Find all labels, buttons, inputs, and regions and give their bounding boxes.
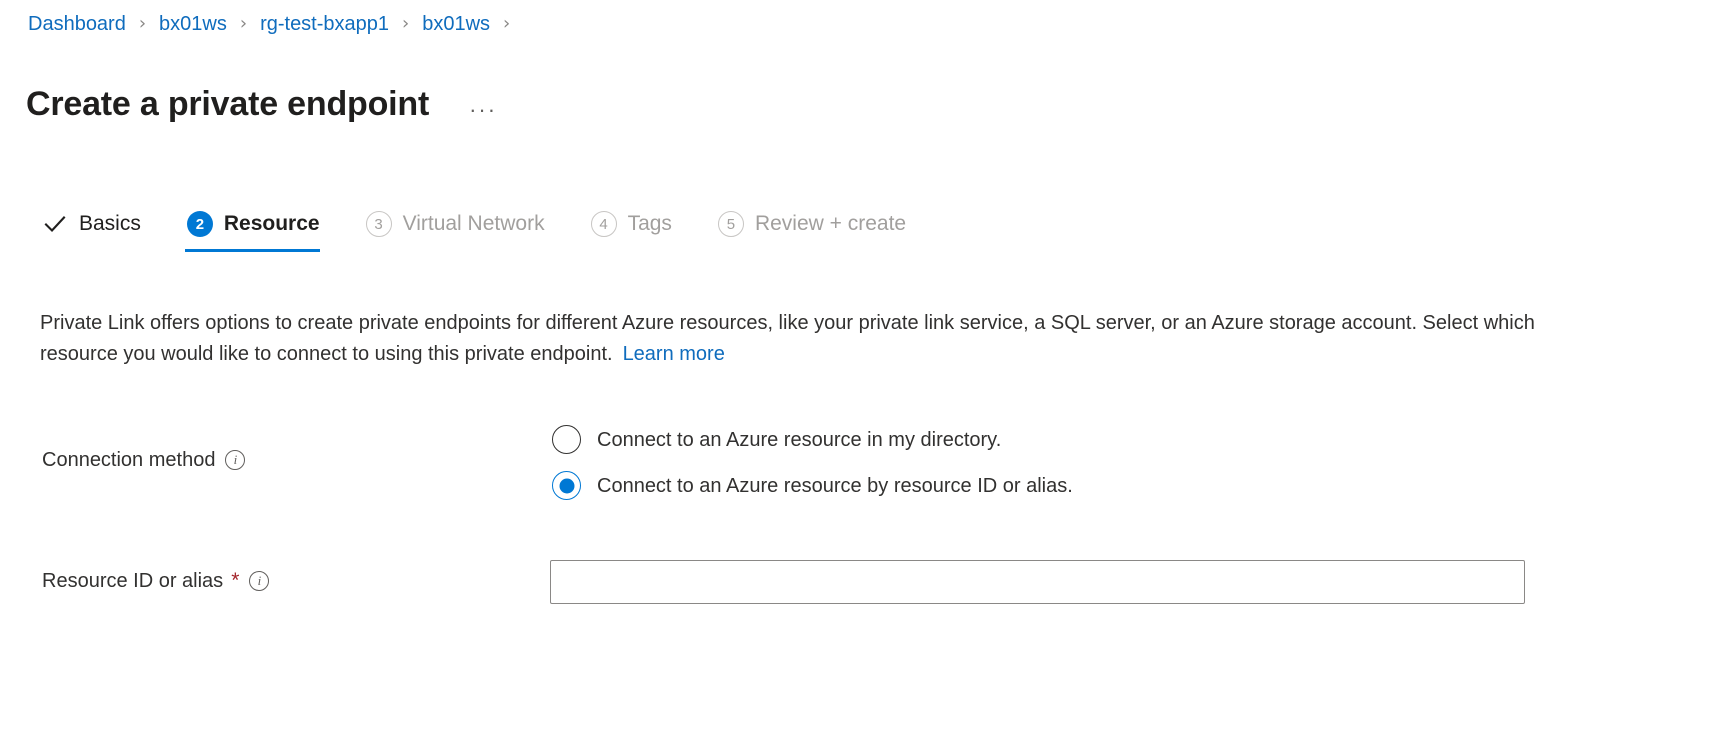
radio-label-directory: Connect to an Azure resource in my direc… — [597, 428, 1002, 451]
page-header: Create a private endpoint ··· — [26, 58, 503, 150]
step-number-5: 5 — [717, 211, 744, 237]
breadcrumb-separator-icon: › — [503, 13, 511, 34]
step-number-2: 2 — [186, 211, 213, 237]
tab-label-tags: Tags — [627, 212, 672, 235]
tab-label-resource: Resource — [223, 212, 320, 235]
info-icon[interactable]: i — [249, 571, 270, 591]
breadcrumb-separator-icon: › — [138, 13, 147, 34]
tab-label-virtual-network: Virtual Network — [402, 212, 545, 235]
breadcrumb: Dashboard › bx01ws › rg-test-bxapp1 › bx… — [26, 10, 521, 38]
breadcrumb-separator-icon: › — [402, 13, 410, 34]
check-icon — [42, 211, 68, 237]
step-number-4: 4 — [590, 211, 617, 237]
info-icon[interactable]: i — [225, 450, 246, 470]
radio-option-directory[interactable]: Connect to an Azure resource in my direc… — [552, 425, 1073, 454]
tab-label-review-create: Review + create — [754, 212, 907, 235]
tab-review-create[interactable]: 5 Review + create — [716, 206, 922, 252]
tab-active-indicator — [184, 249, 320, 252]
radio-circle-selected-icon[interactable] — [552, 471, 581, 500]
description-text: Private Link offers options to create pr… — [40, 308, 1540, 370]
breadcrumb-item-bx01ws[interactable]: bx01ws — [157, 10, 229, 38]
tab-resource[interactable]: 2 Resource — [184, 206, 336, 252]
radio-circle-icon[interactable] — [552, 425, 581, 454]
connection-method-label: Connection method i — [42, 447, 246, 473]
tab-label-basics: Basics — [79, 212, 141, 235]
tab-tags[interactable]: 4 Tags — [589, 206, 688, 252]
connection-method-label-text: Connection method — [42, 449, 216, 471]
connection-method-radio-group: Connect to an Azure resource in my direc… — [552, 425, 1073, 517]
learn-more-link[interactable]: Learn more — [623, 343, 725, 365]
radio-option-resource-id[interactable]: Connect to an Azure resource by resource… — [552, 471, 1073, 500]
breadcrumb-separator-icon: › — [239, 13, 248, 34]
breadcrumb-item-dashboard[interactable]: Dashboard — [26, 10, 128, 38]
tab-virtual-network[interactable]: 3 Virtual Network — [364, 206, 561, 252]
breadcrumb-item-bx01ws-2[interactable]: bx01ws — [420, 10, 492, 38]
breadcrumb-item-rg-test-bxapp1[interactable]: rg-test-bxapp1 — [258, 10, 391, 38]
required-asterisk: * — [231, 569, 240, 592]
wizard-tabs: Basics 2 Resource 3 Virtual Network 4 Ta… — [40, 206, 950, 252]
resource-id-label-text: Resource ID or alias — [42, 570, 224, 592]
radio-label-resource-id: Connect to an Azure resource by resource… — [597, 474, 1073, 497]
create-private-endpoint-page: Dashboard › bx01ws › rg-test-bxapp1 › bx… — [0, 0, 1720, 738]
resource-id-input[interactable] — [550, 560, 1525, 604]
description-body: Private Link offers options to create pr… — [40, 312, 1535, 365]
step-number-3: 3 — [365, 211, 392, 237]
page-title: Create a private endpoint — [26, 84, 430, 123]
resource-id-label: Resource ID or alias * i — [42, 568, 270, 594]
tab-basics[interactable]: Basics — [40, 206, 157, 252]
more-options-icon[interactable]: ··· — [463, 98, 503, 120]
